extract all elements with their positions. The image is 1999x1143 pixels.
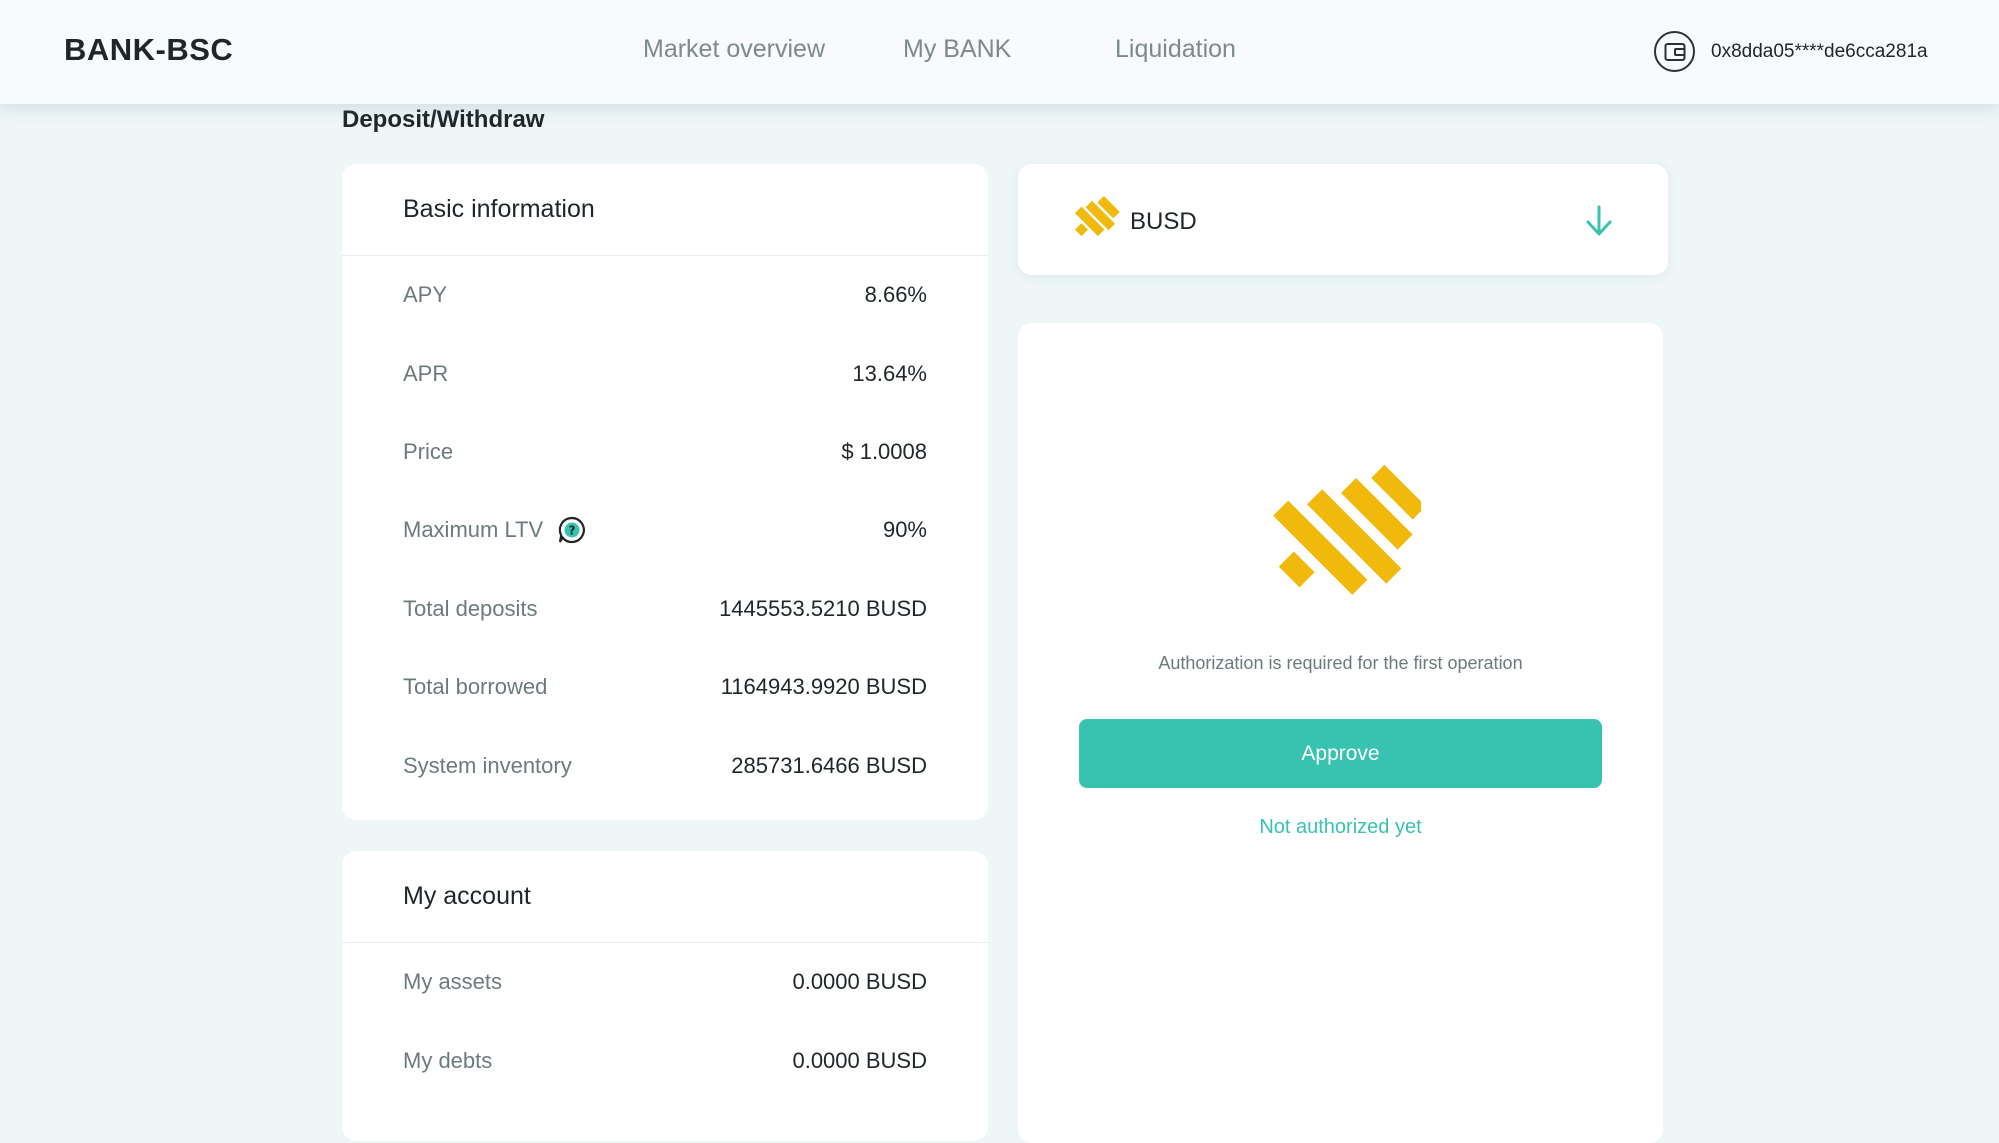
account-row-assets: My assets 0.0000 BUSD xyxy=(403,943,927,1021)
my-account-title: My account xyxy=(342,851,988,943)
info-label-wrapper: Maximum LTV ? xyxy=(403,515,587,545)
wallet-connect-button[interactable]: 0x8dda05****de6cca281a xyxy=(1654,31,1928,72)
info-value: $ 1.0008 xyxy=(841,438,927,464)
help-icon[interactable]: ? xyxy=(557,515,587,545)
info-label: Total deposits xyxy=(403,595,538,621)
wallet-address: 0x8dda05****de6cca281a xyxy=(1711,40,1928,62)
info-row-price: Price $ 1.0008 xyxy=(403,413,927,491)
info-row-system-inventory: System inventory 285731.6466 BUSD xyxy=(403,726,927,804)
info-label: APR xyxy=(403,360,449,386)
info-value: 90% xyxy=(882,517,927,543)
info-value: 1445553.5210 BUSD xyxy=(719,595,927,621)
account-value: 0.0000 BUSD xyxy=(792,969,927,995)
token-name: BUSD xyxy=(1130,207,1197,235)
page-title: Deposit/Withdraw xyxy=(342,106,545,133)
basic-information-card: Basic information APY 8.66% APR 13.64% P… xyxy=(342,164,988,820)
svg-text:?: ? xyxy=(569,524,576,538)
nav-market-overview[interactable]: Market overview xyxy=(643,35,825,64)
authorization-status: Not authorized yet xyxy=(1259,816,1422,838)
busd-logo-icon xyxy=(1261,447,1426,612)
arrow-down-icon[interactable] xyxy=(1584,205,1614,242)
authorization-message: Authorization is required for the first … xyxy=(1158,653,1523,673)
info-value: 13.64% xyxy=(852,360,927,386)
info-row-apr: APR 13.64% xyxy=(403,334,927,412)
info-value: 8.66% xyxy=(864,282,927,308)
nav-my-bank[interactable]: My BANK xyxy=(903,35,1011,64)
account-label: My assets xyxy=(403,969,503,995)
basic-information-title: Basic information xyxy=(342,164,988,256)
approve-button[interactable]: Approve xyxy=(1079,719,1602,788)
top-navigation-bar: BANK-BSC Market overview My BANK Liquida… xyxy=(0,0,1999,104)
info-row-apy: APY 8.66% xyxy=(403,256,927,334)
info-label: Total borrowed xyxy=(403,674,548,700)
app-logo[interactable]: BANK-BSC xyxy=(64,32,233,68)
account-row-debts: My debts 0.0000 BUSD xyxy=(403,1021,927,1099)
token-selector[interactable]: BUSD xyxy=(1018,164,1668,275)
info-label: APY xyxy=(403,282,448,308)
info-row-total-deposits: Total deposits 1445553.5210 BUSD xyxy=(403,570,927,648)
account-label: My debts xyxy=(403,1047,493,1073)
token-selected[interactable]: BUSD xyxy=(1070,194,1197,249)
info-label: Maximum LTV xyxy=(403,517,544,543)
info-label: Price xyxy=(403,438,454,464)
info-label: System inventory xyxy=(403,752,572,778)
my-account-card: My account My assets 0.0000 BUSD My debt… xyxy=(342,851,988,1141)
info-row-maximum-ltv: Maximum LTV ? 90% xyxy=(403,491,927,569)
busd-logo-icon xyxy=(1070,194,1120,249)
account-value: 0.0000 BUSD xyxy=(792,1047,927,1073)
info-row-total-borrowed: Total borrowed 1164943.9920 BUSD xyxy=(403,648,927,726)
info-value: 285731.6466 BUSD xyxy=(731,752,927,778)
nav-liquidation[interactable]: Liquidation xyxy=(1115,35,1236,64)
wallet-icon xyxy=(1654,31,1695,72)
authorization-card: Authorization is required for the first … xyxy=(1018,323,1663,1143)
info-value: 1164943.9920 BUSD xyxy=(720,674,927,700)
